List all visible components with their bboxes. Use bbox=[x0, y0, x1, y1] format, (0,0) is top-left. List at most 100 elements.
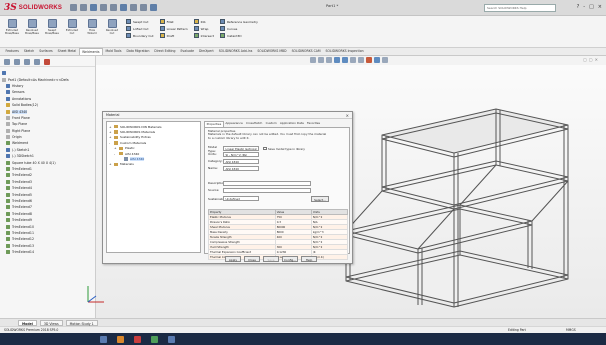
section-view-icon[interactable] bbox=[334, 57, 340, 63]
expand-toggle-icon[interactable]: - bbox=[109, 141, 112, 145]
expand-toggle-icon[interactable]: + bbox=[109, 130, 112, 134]
view-orientation-icon[interactable] bbox=[342, 57, 348, 63]
command-tab[interactable]: Data Migration bbox=[124, 48, 152, 55]
wrap-button[interactable]: Wrap bbox=[193, 26, 214, 31]
hole-wizard-button[interactable]: Hole Wizard bbox=[84, 19, 100, 35]
save-model-type-checkbox[interactable]: Save model type in library bbox=[263, 147, 305, 151]
apply-scene-icon[interactable] bbox=[374, 57, 380, 63]
zoom-to-fit-icon[interactable] bbox=[310, 57, 316, 63]
source-field[interactable] bbox=[223, 187, 311, 193]
property-manager-tab-icon[interactable] bbox=[14, 59, 20, 65]
lofted-cut-button[interactable]: Lofted Cut bbox=[126, 26, 154, 31]
plane-icon bbox=[6, 128, 10, 133]
library-node[interactable]: + Materials bbox=[109, 162, 198, 167]
expand-toggle-icon[interactable]: + bbox=[114, 146, 117, 150]
open-icon[interactable] bbox=[80, 4, 88, 11]
command-tab[interactable]: Mold Tools bbox=[103, 48, 124, 55]
command-tab[interactable]: DimXpert bbox=[196, 48, 216, 55]
dialog-title: Material bbox=[103, 112, 352, 119]
solidworks-logo[interactable]: 3S SOLIDWORKS bbox=[4, 2, 62, 14]
revolve-cut-button[interactable]: Revolved Cut bbox=[104, 19, 120, 35]
trim-extend-icon bbox=[6, 230, 10, 235]
view-settings-icon[interactable] bbox=[382, 57, 388, 63]
extrude-cut-button[interactable]: Extruded Cut bbox=[64, 19, 80, 35]
zoom-to-area-icon[interactable] bbox=[318, 57, 324, 63]
command-tab[interactable]: Weldments bbox=[78, 48, 103, 55]
dimxpert-manager-tab-icon[interactable] bbox=[34, 59, 40, 65]
chrome-icon[interactable] bbox=[151, 335, 158, 343]
file-properties-icon[interactable] bbox=[140, 4, 148, 11]
intersect-button[interactable]: Intersect bbox=[193, 33, 214, 38]
expand-toggle-icon[interactable]: + bbox=[109, 125, 112, 129]
help-button[interactable]: Help bbox=[301, 256, 317, 262]
maximize-icon[interactable]: □ bbox=[589, 4, 594, 10]
feature-manager-tab-icon[interactable] bbox=[4, 59, 10, 65]
model-type-select[interactable]: Linear Elastic Isotropic bbox=[223, 146, 259, 151]
revolve-boss-button[interactable]: Revolved Boss/Base bbox=[24, 19, 40, 35]
command-tab[interactable]: Sketch bbox=[21, 48, 36, 55]
help-icon[interactable]: ? bbox=[577, 4, 580, 10]
file-explorer-icon[interactable] bbox=[117, 335, 124, 343]
display-manager-tab-icon[interactable] bbox=[44, 59, 50, 65]
command-tab[interactable]: Features bbox=[3, 48, 21, 55]
linear-pattern-button[interactable]: Linear Pattern bbox=[159, 26, 188, 31]
edit-appearance-icon[interactable] bbox=[366, 57, 372, 63]
config-button[interactable]: Config... bbox=[282, 256, 298, 262]
boundary-cut-button[interactable]: Boundary Cut bbox=[126, 33, 154, 38]
command-tab[interactable]: SOLIDWORKS MBD bbox=[255, 48, 289, 55]
draft-button[interactable]: Draft bbox=[159, 33, 188, 38]
command-tab[interactable]: SOLIDWORKS CAM bbox=[289, 48, 323, 55]
expand-toggle-icon[interactable]: - bbox=[114, 152, 117, 156]
curves-button[interactable]: Curves bbox=[219, 26, 258, 31]
expand-toggle-icon[interactable]: + bbox=[109, 162, 112, 166]
swept-boss-button[interactable]: Swept Boss/Base bbox=[44, 19, 60, 35]
description-field[interactable] bbox=[223, 180, 311, 186]
save-icon[interactable] bbox=[90, 4, 98, 11]
reference-geometry-button[interactable]: Reference Geometry bbox=[219, 19, 258, 24]
units-select[interactable]: SI - N/m^2 (Pa) bbox=[223, 151, 259, 157]
select-button[interactable]: Select... bbox=[311, 195, 329, 202]
command-tab[interactable]: Surfaces bbox=[37, 48, 55, 55]
model-tab[interactable]: Model bbox=[18, 319, 37, 326]
options-icon[interactable] bbox=[150, 4, 158, 11]
command-tab[interactable]: Sheet Metal bbox=[55, 48, 78, 55]
properties-panel: Material properties Materials in the def… bbox=[204, 126, 350, 260]
fillet-icon bbox=[159, 19, 165, 24]
structural-member-icon bbox=[6, 160, 10, 165]
fillet-button[interactable]: Fillet bbox=[159, 19, 188, 24]
viewport-controls[interactable]: ▢▢✕ bbox=[583, 57, 600, 62]
name-field[interactable]: AISI 4340 bbox=[223, 165, 259, 171]
tree-item[interactable]: TrimExtend14 bbox=[2, 249, 93, 255]
extrude-boss-button[interactable]: Extruded Boss/Base bbox=[4, 19, 20, 35]
start-icon[interactable] bbox=[100, 335, 107, 343]
command-tab[interactable]: SOLIDWORKS Add-Ins bbox=[216, 48, 255, 55]
model-tab[interactable]: 3D Views bbox=[39, 319, 63, 326]
swept-cut-button[interactable]: Swept Cut bbox=[126, 19, 154, 24]
expand-toggle-icon[interactable]: + bbox=[109, 135, 112, 139]
save-button[interactable]: Save bbox=[263, 256, 279, 262]
new-icon[interactable] bbox=[70, 4, 78, 11]
dialog-close-icon[interactable]: × bbox=[346, 112, 349, 119]
rib-button[interactable]: Rib bbox=[193, 19, 214, 24]
command-tab[interactable]: Direct Editing bbox=[152, 48, 178, 55]
instant3d-button[interactable]: Instant3D bbox=[219, 33, 258, 38]
previous-view-icon[interactable] bbox=[326, 57, 332, 63]
configuration-manager-tab-icon[interactable] bbox=[24, 59, 30, 65]
help-search-input[interactable]: Search SOLIDWORKS Help bbox=[484, 4, 556, 12]
solidworks-taskbar-icon[interactable] bbox=[134, 335, 141, 343]
close-icon[interactable]: × bbox=[598, 4, 602, 10]
apply-button[interactable]: Apply bbox=[225, 256, 241, 262]
print-icon[interactable] bbox=[100, 4, 108, 11]
command-tab[interactable]: SOLIDWORKS Inspection bbox=[323, 48, 366, 55]
model-tab[interactable]: Motion Study 1 bbox=[65, 319, 98, 326]
category-field[interactable]: AISI 4340 bbox=[223, 158, 259, 164]
command-tab[interactable]: Evaluate bbox=[178, 48, 197, 55]
display-style-icon[interactable] bbox=[350, 57, 356, 63]
minimize-icon[interactable]: - bbox=[583, 4, 585, 10]
hide-show-items-icon[interactable] bbox=[358, 57, 364, 63]
rebuild-icon[interactable] bbox=[130, 4, 138, 11]
undo-icon[interactable] bbox=[110, 4, 118, 11]
select-icon[interactable] bbox=[120, 4, 128, 11]
close-button[interactable]: Close bbox=[244, 256, 260, 262]
app-icon[interactable] bbox=[168, 335, 175, 343]
